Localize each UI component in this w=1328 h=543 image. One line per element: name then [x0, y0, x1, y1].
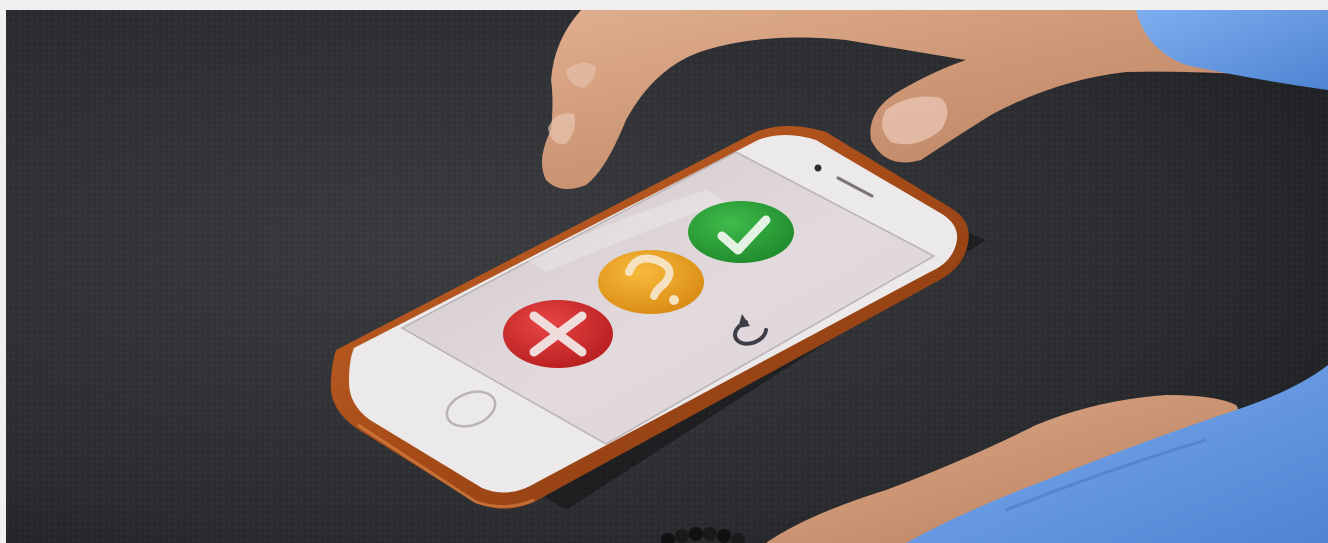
app-yes-button[interactable] — [688, 201, 794, 263]
photo-scene — [6, 10, 1328, 543]
app-no-button[interactable] — [503, 300, 613, 368]
question-dot — [669, 295, 679, 305]
app-maybe-button[interactable] — [598, 250, 704, 314]
photo-frame — [6, 10, 1328, 543]
yes-button-circle[interactable] — [688, 201, 794, 263]
front-camera — [814, 164, 822, 172]
